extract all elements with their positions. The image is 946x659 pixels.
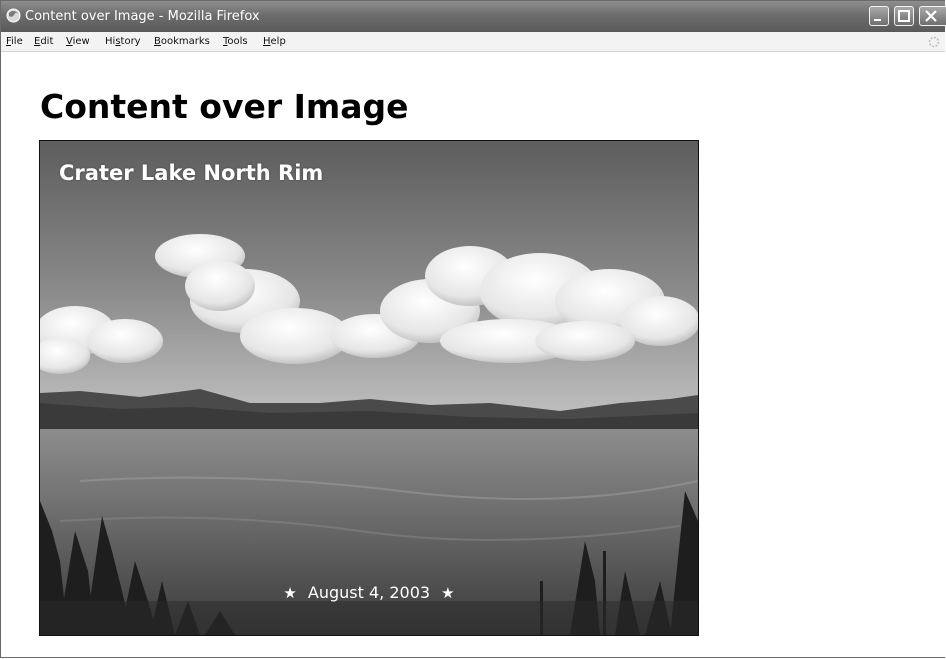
browser-window: Content over Image - Mozilla Firefox Fil… [0,0,946,658]
menu-history[interactable]: History [105,36,141,47]
firefox-icon [6,8,21,23]
loading-throbber-icon [928,36,940,48]
menu-view[interactable]: View [66,36,90,47]
photo-date: August 4, 2003 [307,583,431,602]
minimize-icon [874,19,881,21]
title-bar[interactable]: Content over Image - Mozilla Firefox [1,1,946,32]
star-icon: ★ [441,584,455,602]
photo-date-caption: ★ August 4, 2003 ★ [40,583,698,602]
menu-bar: File Edit View History Bookmarks Tools H… [1,32,945,52]
window-title: Content over Image - Mozilla Firefox [25,9,260,24]
maximize-icon [898,10,910,22]
crater-lake-photo: Crater Lake North Rim ★ August 4, 2003 ★ [39,140,699,636]
close-button[interactable] [919,6,946,26]
menu-help[interactable]: Help [263,36,286,47]
close-icon [925,10,937,22]
landscape-image [40,141,698,635]
menu-bookmarks[interactable]: Bookmarks [154,36,210,47]
minimize-button[interactable] [869,6,889,26]
star-icon: ★ [283,584,297,602]
maximize-button[interactable] [894,6,914,26]
menu-file[interactable]: File [6,36,23,47]
photo-title: Crater Lake North Rim [59,161,324,185]
page-heading: Content over Image [40,87,409,126]
menu-edit[interactable]: Edit [34,36,53,47]
menu-tools[interactable]: Tools [223,36,248,47]
